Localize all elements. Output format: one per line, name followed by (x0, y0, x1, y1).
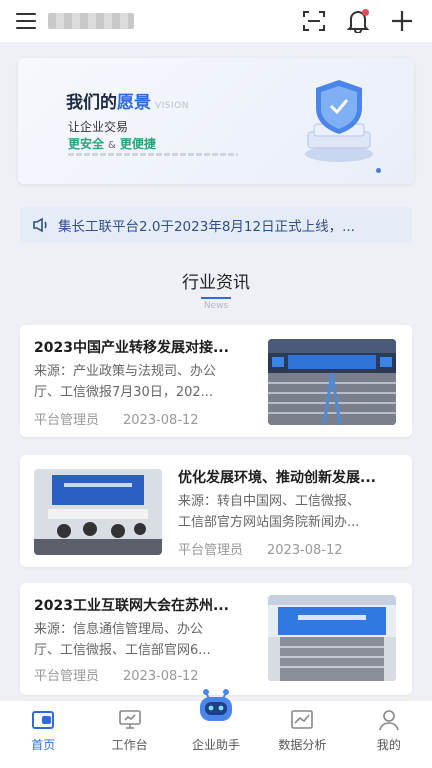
news-thumbnail (34, 469, 162, 555)
nav-label: 工作台 (111, 738, 148, 752)
robot-icon (196, 687, 236, 725)
news-source: 来源：产业政策与法规司、办公 厅、工信微报7月30日，202... (34, 364, 217, 400)
bottom-nav: 首页 工作台 企业助手 数据分析 我的 (0, 689, 432, 768)
news-card[interactable]: 优化发展环境、推动创新发展... 来源：转自中国网、工信微报、 工信部官方网站国… (20, 455, 412, 567)
news-meta: 平台管理员 2023-08-12 (34, 665, 199, 684)
news-title: 2023中国产业转移发展对接... (34, 340, 229, 356)
banner-title: 我们的愿景 VISION (66, 93, 189, 113)
news-title: 优化发展环境、推动创新发展... (178, 470, 376, 486)
plus-icon[interactable] (388, 7, 416, 35)
news-thumbnail (268, 595, 396, 681)
section-underline (201, 297, 231, 299)
chart-icon (290, 709, 314, 731)
banner-fine-print (68, 153, 238, 156)
vision-banner[interactable]: 我们的愿景 VISION 让企业交易 更安全 & 更便捷 (18, 58, 414, 184)
news-thumbnail (268, 339, 396, 425)
news-date: 2023-08-12 (123, 669, 199, 684)
news-title: 2023工业互联网大会在苏州... (34, 598, 229, 614)
top-bar (0, 0, 432, 42)
bell-icon[interactable] (344, 7, 372, 35)
news-card[interactable]: 2023工业互联网大会在苏州... 来源：信息通信管理局、办公 厅、工信微报、工… (20, 583, 412, 695)
monitor-icon (118, 709, 142, 731)
news-date: 2023-08-12 (123, 413, 199, 428)
app-name-redacted (48, 13, 134, 29)
nav-label: 我的 (376, 738, 401, 752)
news-meta: 平台管理员 2023-08-12 (34, 409, 199, 428)
news-section-header: 行业资讯 News (0, 268, 432, 311)
news-source: 来源：信息通信管理局、办公 厅、工信微报、工信部官网6... (34, 622, 211, 658)
notification-dot (362, 9, 369, 16)
menu-icon[interactable] (16, 13, 36, 29)
section-subtitle: News (203, 301, 229, 311)
shield-icon (294, 74, 384, 166)
news-card[interactable]: 2023中国产业转移发展对接... 来源：产业政策与法规司、办公 厅、工信微报7… (20, 325, 412, 437)
banner-subtitle: 让企业交易 (68, 120, 129, 134)
announcement-text: 集长工联平台2.0于2023年8月12日正式上线，... (58, 219, 355, 235)
section-title: 行业资讯 (182, 273, 250, 293)
announcement-bar[interactable]: 集长工联平台2.0于2023年8月12日正式上线，... (20, 207, 412, 243)
news-date: 2023-08-12 (267, 543, 343, 558)
news-author: 平台管理员 (34, 413, 100, 428)
user-icon (377, 709, 401, 731)
nav-profile[interactable]: 我的 (346, 701, 432, 768)
nav-workbench[interactable]: 工作台 (86, 701, 172, 768)
nav-label: 企业助手 (192, 738, 241, 752)
nav-label: 数据分析 (278, 738, 327, 752)
news-author: 平台管理员 (34, 669, 100, 684)
nav-assistant[interactable]: 企业助手 (173, 689, 259, 768)
banner-tags: 更安全 & 更便捷 (68, 137, 156, 151)
home-wallet-icon (31, 709, 55, 731)
news-author: 平台管理员 (178, 543, 244, 558)
carousel-dot[interactable] (376, 168, 381, 173)
news-source: 来源：转自中国网、工信微报、 工信部官方网站国务院新闻办... (178, 494, 361, 530)
news-meta: 平台管理员 2023-08-12 (178, 539, 343, 558)
speaker-icon (33, 217, 47, 233)
nav-data-analysis[interactable]: 数据分析 (259, 701, 345, 768)
scan-icon[interactable] (300, 7, 328, 35)
nav-home[interactable]: 首页 (0, 701, 86, 768)
nav-label: 首页 (31, 738, 56, 752)
